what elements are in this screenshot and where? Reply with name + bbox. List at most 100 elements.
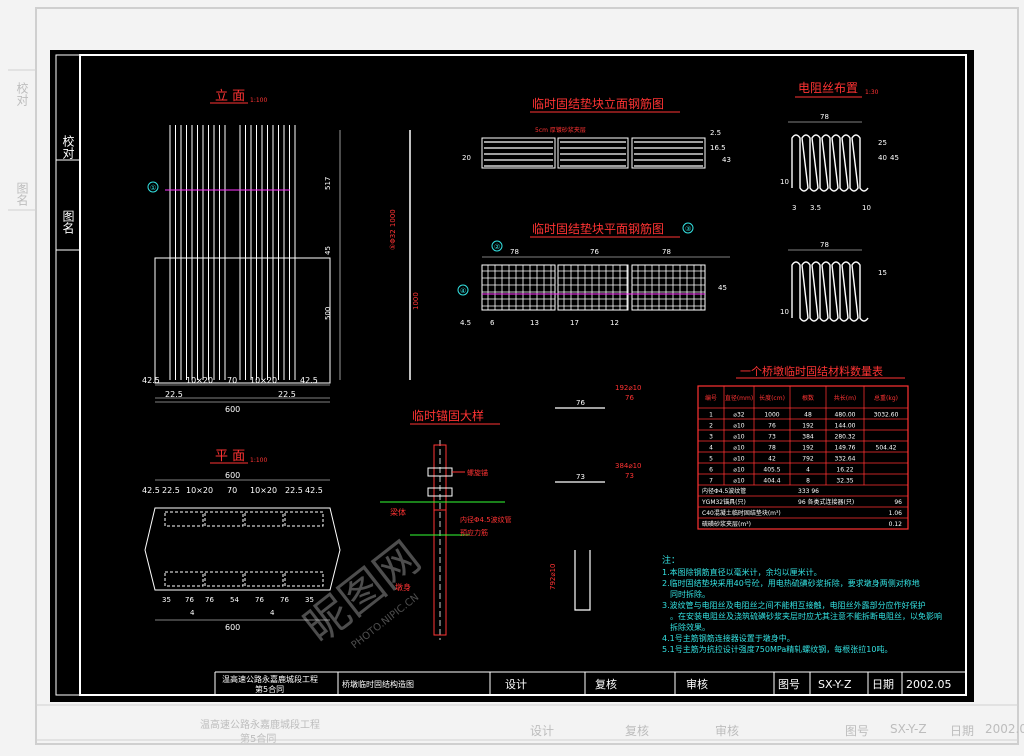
table-title: 一个桥墩临时固结材料数量表	[740, 364, 883, 378]
table-cell-text: 504.42	[876, 445, 897, 452]
dim-plan-4-left: 4	[190, 609, 195, 617]
dim-45: 45	[324, 246, 332, 255]
ghost-project: 温高速公路永嘉鹿城段工程	[200, 720, 320, 731]
dim-res-10-bottom: 10	[862, 204, 871, 212]
table-cell-text: ⌀10	[733, 478, 744, 485]
dim-bp-78-left: 78	[510, 248, 519, 256]
rebar-length: 1000	[412, 292, 420, 310]
table-extra-value: 0.12	[889, 521, 903, 528]
table-header: 总重(kg)	[874, 394, 898, 402]
table-cell-text: 78	[768, 445, 776, 452]
table-header: 直径(mm)	[725, 394, 753, 402]
table-cell-text: 144.00	[835, 423, 856, 430]
dim-plan-10x20-left: 10×20	[186, 486, 213, 495]
dim-res-3-5-top: 3.5	[810, 204, 821, 212]
dim-res-15: 15	[878, 269, 887, 277]
table-header: 长度(cm)	[759, 394, 785, 402]
ghost-drawing-no-label: 图号	[845, 724, 870, 738]
note-line: 。在安装电阻丝及浇筑硫磺砂浆夹层时应尤其注意不能拆断电阻丝，以免影响	[670, 611, 942, 621]
notes: 注： 1.本图除钢筋直径以毫米计，余均以厘米计。2.临时固结垫块采用40号砼，用…	[662, 554, 942, 654]
dim-plan-42-5-right: 42.5	[305, 486, 323, 495]
block-elevation: 临时固结垫块立面钢筋图 5cm 厚镀砂浆夹层 2.5 16.5 43 20	[462, 96, 731, 169]
anchor-nut-label: 螺旋锚	[467, 468, 488, 477]
table-cell-text: 4	[806, 467, 810, 474]
note-line: 拆除效果。	[670, 622, 710, 632]
sidebar-name-label: 图名	[61, 210, 75, 234]
dim-elev-10x20-right: 10×20	[250, 376, 277, 385]
anchor-pier-top-label: 预应力筋	[460, 528, 488, 537]
dim-be-20: 20	[462, 154, 471, 162]
dim-elev-600: 600	[225, 405, 240, 414]
note-line: 3.波纹管与电阻丝及电阻丝之间不能相互接触，电阻丝外露部分应作好保护	[662, 600, 926, 610]
contract-name: 第5合同	[255, 684, 284, 694]
watermark: 昵图网 PHOTO.NIPIC.CN	[295, 532, 430, 653]
dim-elev-70: 70	[227, 376, 237, 385]
dim-bp-4-5: 4.5	[460, 319, 471, 327]
design-label: 设计	[505, 678, 527, 691]
bar-shapes: 76 192⌀10 76 73 384⌀10 73 792⌀10	[549, 384, 641, 611]
dim-res-3-top: 3	[792, 204, 796, 212]
dim-bp-13: 13	[530, 319, 539, 327]
sidebar-check-label: 校对	[61, 134, 75, 159]
notes-list: 1.本图除钢筋直径以毫米计，余均以厘米计。2.临时固结垫块采用40号砼，用电热硫…	[662, 567, 942, 654]
note-line: 5.1号主筋为抗拉设计强度750MPa精轧螺纹钢，每根张拉10吨。	[662, 644, 892, 654]
dim-517: 517	[324, 177, 332, 190]
drawing-name: 桥墩临时固结构造图	[342, 679, 414, 689]
dim-plan-76c: 76	[255, 596, 264, 604]
table-cell-text: 8	[806, 478, 810, 485]
note-line: 同时拆除。	[670, 589, 710, 599]
ghost-contract: 第5合同	[240, 734, 277, 745]
table-extra-label: 硫磺砂浆夹层(m³)	[702, 520, 751, 528]
elevation-callout-1: ①	[150, 184, 156, 192]
dim-bp-12: 12	[610, 319, 619, 327]
drawing-canvas: 校对 图名 立 面 1:100 ① 517 45 500 42.5 10×20 …	[55, 54, 967, 696]
resistor-layout: 电阻丝布置 1:30 78 10 3 3.5 10 25 40 45 78 10…	[780, 81, 899, 322]
table-cell-text: 76	[768, 423, 776, 430]
bar-76-length: 76	[576, 399, 585, 407]
table-cell-text: 2	[709, 423, 713, 430]
table-cell-text: 280.32	[835, 434, 856, 441]
table-cell-text: ⌀10	[733, 423, 744, 430]
resistor-scale: 1:30	[865, 89, 879, 96]
table-cell-text: 16.22	[836, 467, 853, 474]
dim-plan-76a: 76	[185, 596, 194, 604]
dim-plan-4-right: 4	[270, 609, 275, 617]
dim-res-40: 40	[878, 154, 887, 162]
dim-plan-42-5-left: 42.5	[142, 486, 160, 495]
table-cell-text: 42	[768, 456, 776, 463]
dim-elev-10x20-left: 10×20	[186, 376, 213, 385]
plan-title: 平 面	[215, 449, 245, 464]
table-extra-label: C40混凝土临时固结垫块(m³)	[702, 509, 781, 517]
note-line: 2.临时固结垫块采用40号砼，用电热硫磺砂浆拆除，要求墩身两侧对称地	[662, 578, 920, 588]
table-cell-text: ⌀32	[733, 412, 744, 419]
table-cell	[863, 429, 909, 442]
plan-scale: 1:100	[250, 457, 267, 464]
single-rebar: ⑤Φ32 1000 1000	[389, 130, 420, 380]
dim-elev-42-5-left: 42.5	[142, 376, 160, 385]
block-elev-tag: 5cm 厚镀砂浆夹层	[535, 126, 586, 134]
notes-title: 注：	[662, 554, 680, 566]
table-header: 共长(m)	[834, 394, 857, 402]
dim-be-43: 43	[722, 156, 731, 164]
drawing-no: SX-Y-Z	[818, 678, 852, 691]
table-cell-text: ⌀10	[733, 467, 744, 474]
ghost-approve: 审核	[715, 724, 740, 738]
drawing-no-label: 图号	[778, 678, 800, 691]
table-cell	[863, 473, 909, 486]
approve-label: 审核	[686, 677, 708, 691]
resistor-wire-bottom	[791, 261, 869, 322]
dim-res-10-top: 10	[780, 178, 789, 186]
dim-plan-22-5-right: 22.5	[285, 486, 303, 495]
plan-callout-3: ③	[685, 225, 691, 233]
dim-elev-22-5-left: 22.5	[165, 390, 183, 399]
dim-plan-54: 54	[230, 596, 239, 604]
table-cell-text: 149.76	[835, 445, 856, 452]
table-cell-text: 192	[802, 423, 814, 430]
dim-res-78-top: 78	[820, 113, 829, 121]
elevation-view: 立 面 1:100 ① 517 45 500 42.5 10×20 70 10×…	[142, 89, 341, 414]
table-cell	[863, 418, 909, 431]
table-cell-text: 7	[709, 478, 713, 485]
table-cell-text: 332.64	[835, 456, 856, 463]
ghost-drawing-no: SX-Y-Z	[890, 722, 927, 736]
table-cell-text: 404.4	[763, 478, 780, 485]
